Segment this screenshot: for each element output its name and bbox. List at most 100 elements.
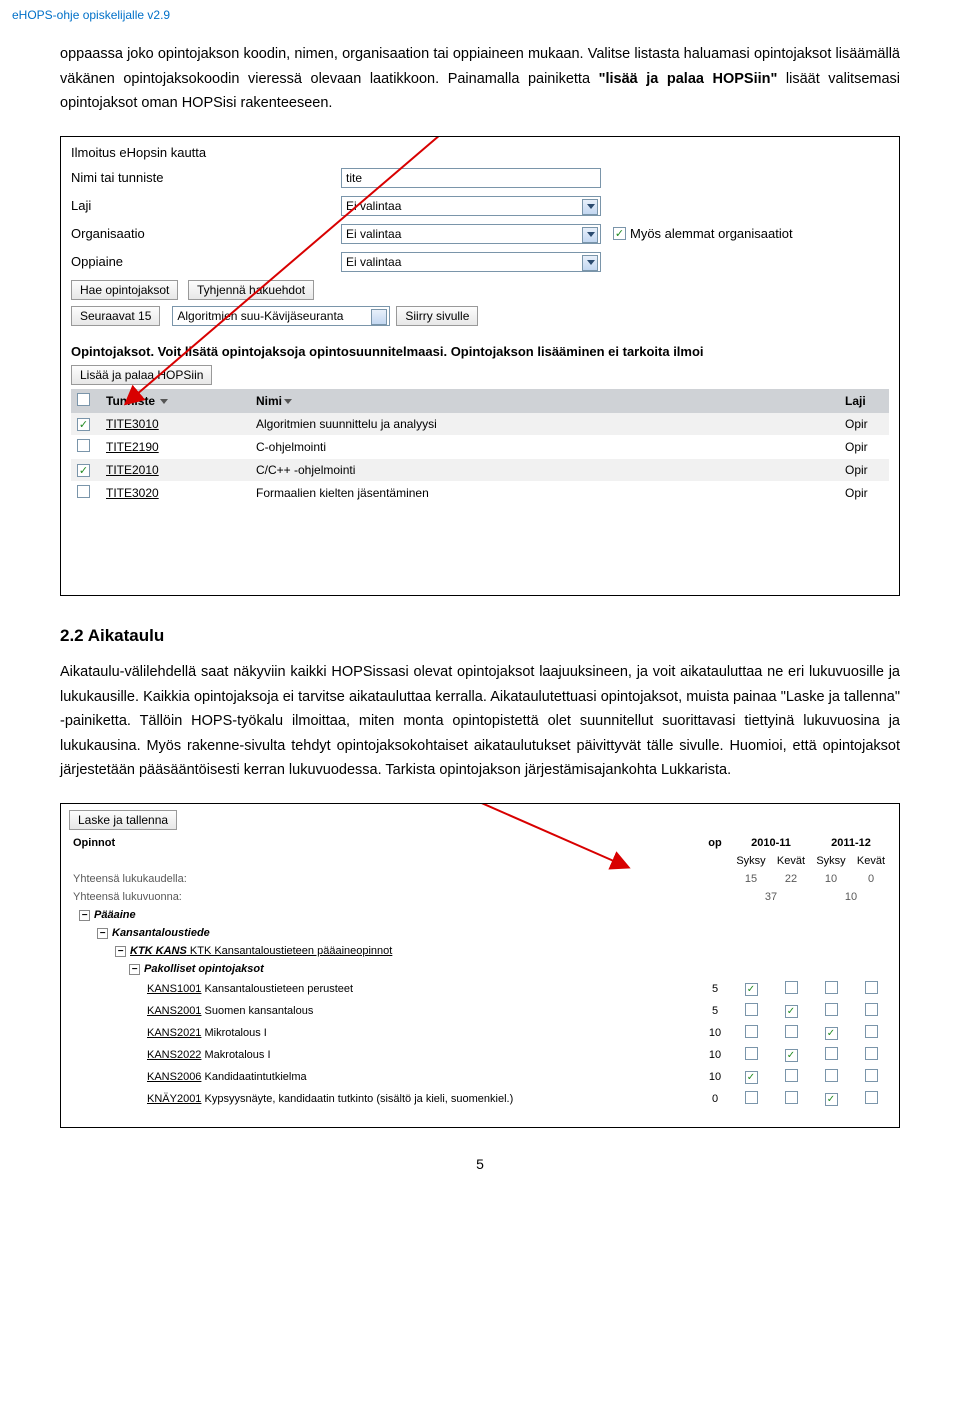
course-row: KANS2001 Suomen kansantalous 5 ✓ [69,1000,891,1022]
input-nimi[interactable]: tite [341,168,601,188]
search-button[interactable]: Hae opintojaksot [71,280,178,300]
form-title: Ilmoitus eHopsin kautta [71,145,889,160]
term-checkbox[interactable]: ✓ [785,1049,798,1062]
sort-icon [284,399,292,404]
select-laji[interactable]: Ei valintaa [341,196,601,216]
th-tunniste-label: Tunniste [106,394,155,408]
collapse-icon[interactable]: − [79,910,90,921]
term-checkbox[interactable] [825,1069,838,1082]
collapse-icon[interactable]: − [129,964,140,975]
page-number: 5 [60,1156,900,1172]
term-checkbox[interactable]: ✓ [745,1071,758,1084]
select-org-value: Ei valintaa [346,227,401,241]
ktk-link[interactable]: KTK KANS [130,945,187,957]
term-checkbox[interactable] [825,1047,838,1060]
term-checkbox[interactable] [745,1047,758,1060]
term-checkbox[interactable] [785,981,798,994]
chevron-down-icon [587,260,595,265]
collapse-icon[interactable]: − [97,928,108,939]
row-checkbox[interactable]: ✓ [77,418,90,431]
row-nimi: Formaalien kielten jäsentäminen [250,481,839,505]
schedule-table: Opinnot op 2010-11 2011-12 Syksy Kevät S… [69,834,891,1110]
section-ktk-kans: −KTK KANS KTK Kansantaloustieteen pääain… [69,942,891,960]
course-link[interactable]: KANS1001 [147,983,201,995]
term-checkbox[interactable] [865,1091,878,1104]
th-laji[interactable]: Laji [839,389,889,413]
select-oppiaine-value: Ei valintaa [346,255,401,269]
section-pakolliset: −Pakolliset opintojaksot [69,960,891,978]
section-paaaine: −Pääaine [69,906,891,924]
term-checkbox[interactable] [745,1003,758,1016]
chevron-down-icon [587,232,595,237]
course-name: Kypsyysnäyte, kandidaatin tutkinto (sisä… [201,1093,513,1105]
hdr-year-1: 2010-11 [731,834,811,852]
term-checkbox[interactable] [865,1025,878,1038]
term-checkbox[interactable]: ✓ [785,1005,798,1018]
checkbox-all[interactable] [77,393,90,406]
term-checkbox[interactable]: ✓ [825,1027,838,1040]
course-op: 5 [699,1000,731,1022]
select-oppiaine[interactable]: Ei valintaa [341,252,601,272]
calculate-save-button[interactable]: Laske ja tallenna [69,810,177,830]
row-checkbox[interactable] [77,485,90,498]
course-name: Makrotalous I [201,1049,270,1061]
header-row-1: Opinnot op 2010-11 2011-12 [69,834,891,852]
th-tunniste[interactable]: Tunniste [100,389,250,413]
tunniste-link[interactable]: TITE2010 [106,463,159,477]
course-link[interactable]: KANS2006 [147,1071,201,1083]
goto-page-button[interactable]: Siirry sivulle [396,306,478,326]
term-checkbox[interactable] [745,1091,758,1104]
hdr-opinnot: Opinnot [69,834,699,852]
page-range-value: Algoritmien suu-Kävijäseuranta [177,309,343,323]
hdr-term: Kevät [771,852,811,870]
tunniste-link[interactable]: TITE3010 [106,417,159,431]
row-checkbox[interactable] [77,439,90,452]
course-link[interactable]: KANS2001 [147,1005,201,1017]
hdr-year-2: 2011-12 [811,834,891,852]
table-header-row: Tunniste Nimi Laji [71,389,889,413]
row-checkbox[interactable]: ✓ [77,464,90,477]
th-nimi[interactable]: Nimi [250,389,839,413]
chevron-down-icon [376,314,384,319]
header-row-terms: Syksy Kevät Syksy Kevät [69,852,891,870]
term-checkbox[interactable] [745,1025,758,1038]
tunniste-link[interactable]: TITE2190 [106,440,159,454]
term-checkbox[interactable] [865,1047,878,1060]
course-link[interactable]: KNÄY2001 [147,1093,201,1105]
screenshot-search: Ilmoitus eHopsin kautta Nimi tai tunnist… [60,136,900,596]
page-header: eHOPS-ohje opiskelijalle v2.9 [0,0,960,22]
term-checkbox[interactable] [785,1069,798,1082]
row-laji: Opir [839,413,889,435]
section-pakolliset-label: Pakolliset opintojaksot [144,963,264,975]
select-organisaatio[interactable]: Ei valintaa [341,224,601,244]
course-link[interactable]: KANS2021 [147,1027,201,1039]
course-link[interactable]: KANS2022 [147,1049,201,1061]
heading-2-2: 2.2 Aikataulu [60,626,900,646]
course-op: 5 [699,978,731,1000]
course-op: 10 [699,1022,731,1044]
term-checkbox[interactable]: ✓ [745,983,758,996]
course-row: KNÄY2001 Kypsyysnäyte, kandidaatin tutki… [69,1088,891,1110]
val: 15 [731,870,771,888]
term-checkbox[interactable]: ✓ [825,1093,838,1106]
th-select-all[interactable] [71,389,100,413]
add-return-button[interactable]: Lisää ja palaa HOPSiin [71,365,212,385]
table-row: ✓ TITE2010 C/C++ -ohjelmointi Opir [71,459,889,481]
term-checkbox[interactable] [865,981,878,994]
label-oppiaine: Oppiaine [71,254,341,269]
checkbox-also-lower[interactable]: ✓ [613,227,626,240]
term-checkbox[interactable] [825,981,838,994]
term-checkbox[interactable] [825,1003,838,1016]
page-range-select[interactable]: Algoritmien suu-Kävijäseuranta [172,306,390,326]
term-checkbox[interactable] [785,1091,798,1104]
th-nimi-label: Nimi [256,394,282,408]
term-checkbox[interactable] [785,1025,798,1038]
clear-button[interactable]: Tyhjennä hakuehdot [188,280,314,300]
next15-button[interactable]: Seuraavat 15 [71,306,160,326]
val: 10 [811,888,891,906]
term-checkbox[interactable] [865,1003,878,1016]
term-checkbox[interactable] [865,1069,878,1082]
hdr-term: Syksy [731,852,771,870]
tunniste-link[interactable]: TITE3020 [106,486,159,500]
collapse-icon[interactable]: − [115,946,126,957]
